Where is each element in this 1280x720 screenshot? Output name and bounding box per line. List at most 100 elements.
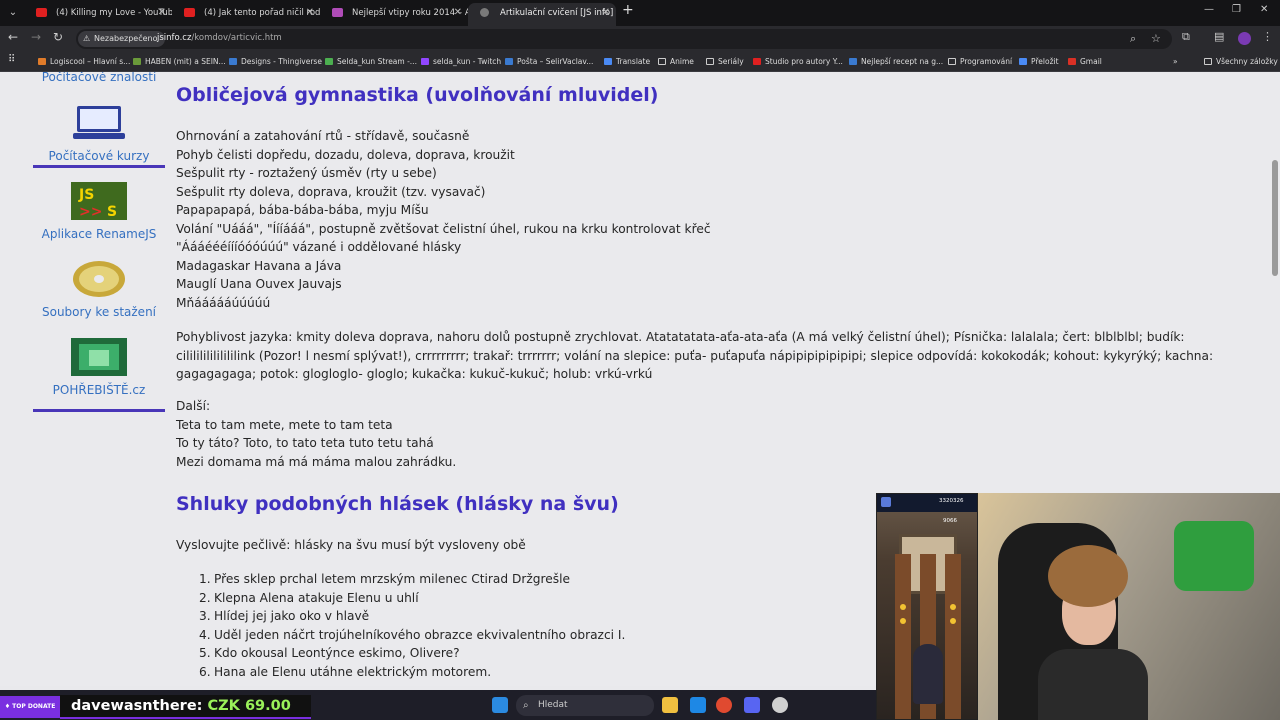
- bookmark-label: HABEN (mit) a SEIN...: [145, 57, 226, 66]
- maximize-button[interactable]: ❐: [1232, 4, 1241, 15]
- bookmark-posta[interactable]: Pošta – SelirVaclav...: [505, 57, 593, 66]
- reload-button[interactable]: ↻: [53, 30, 63, 44]
- bookmark-selda-stream[interactable]: Selda_kun Stream -...: [325, 57, 417, 66]
- bookmark-thingiverse[interactable]: Designs - Thingiverse: [229, 57, 322, 66]
- sidebar-item-soubory[interactable]: Soubory ke stažení: [33, 260, 165, 319]
- sidebar-item-renamejs[interactable]: JS >> S Aplikace RenameJS: [33, 182, 165, 241]
- bookmark-label: Translate: [616, 57, 651, 66]
- forward-button[interactable]: →: [31, 30, 41, 44]
- bookmark-label: Anime: [670, 57, 694, 66]
- settings-icon[interactable]: [772, 697, 788, 713]
- bookmarks-overflow-chevron[interactable]: »: [1173, 57, 1178, 66]
- sidebar-item-pohrebiste[interactable]: POHŘEBIŠTĚ.cz: [33, 338, 165, 412]
- list-item: 5. Kdo okousal Leontýnce eskimo, Olivere?: [199, 646, 460, 660]
- tongue-mobility-paragraph: Pohyblivost jazyka: kmity doleva doprava…: [176, 330, 1214, 381]
- bookmark-folder-anime[interactable]: Anime: [658, 57, 694, 66]
- game-overlay: 3320326 9066: [876, 493, 978, 720]
- tongue-twister-line: Mezi domama má má máma malou zahrádku.: [176, 454, 457, 469]
- bookmarks-bar: ⠿ Logiscool – Hlavní s... HABEN (mit) a …: [0, 52, 1280, 72]
- tongue-twister-line: To ty táto? Toto, to tato teta tuto tetu…: [176, 436, 434, 450]
- twitch-icon: [421, 58, 429, 65]
- new-tab-button[interactable]: +: [622, 2, 634, 18]
- extensions-icon[interactable]: ⧉: [1182, 30, 1190, 44]
- bookmark-logiscool[interactable]: Logiscool – Hlavní s...: [38, 57, 130, 66]
- renamejs-logo: JS >> S: [71, 182, 127, 220]
- bookmark-selda-twitch[interactable]: selda_kun - Twitch: [421, 57, 501, 66]
- security-chip[interactable]: ⚠ Nezabezpečeno: [78, 31, 165, 47]
- scrollbar-thumb[interactable]: [1272, 160, 1278, 276]
- close-icon[interactable]: ✕: [158, 3, 166, 23]
- sidebar-link-pocitacove-znalosti[interactable]: Počítačové znalosti: [33, 72, 165, 84]
- close-window-button[interactable]: ✕: [1260, 4, 1268, 15]
- zoom-icon[interactable]: ⌕: [1130, 32, 1136, 46]
- coin-icon: [950, 618, 956, 624]
- coin-icon: [900, 618, 906, 624]
- folder-icon: [1204, 58, 1212, 65]
- svg-text:S: S: [107, 204, 117, 220]
- sidebar-item-pocitacove-kurzy[interactable]: Počítačové kurzy: [33, 104, 165, 168]
- steam-icon[interactable]: [690, 697, 706, 713]
- list-item-text: Hlídej jej jako oko v hlavě: [214, 609, 370, 623]
- folder-icon: [658, 58, 666, 65]
- menu-icon[interactable]: ⋮: [1262, 30, 1273, 43]
- bookmark-translate[interactable]: Translate: [604, 57, 650, 66]
- exercise-line: Pohyb čelisti dopředu, dozadu, doleva, d…: [176, 147, 515, 162]
- bookmark-label: Logiscool – Hlavní s...: [50, 57, 131, 66]
- bookmark-prelozit[interactable]: Přeložit: [1019, 57, 1059, 66]
- sidebar-divider: [33, 409, 165, 412]
- cemetery-icon: [71, 338, 127, 376]
- tab-artikulacni-cviceni[interactable]: Artikulační cvičení [JS info] ✕: [468, 3, 616, 26]
- bookmark-label: Pošta – SelirVaclav...: [517, 57, 594, 66]
- back-button[interactable]: ←: [8, 30, 18, 44]
- bookmark-gmail[interactable]: Gmail: [1068, 57, 1102, 66]
- top-donate-text: davewasnthere: CZK 69.00: [71, 698, 291, 714]
- tab-vtipy[interactable]: Nejlepší vtipy roku 2014 – Alik ✕: [320, 3, 468, 26]
- browser-tabstrip: ⌄ (4) Killing my Love - YouTube ✕ (4) Ja…: [0, 0, 1280, 26]
- webcam-overlay: [978, 493, 1280, 720]
- tab-search-button[interactable]: ⌄: [4, 4, 22, 22]
- game-coins: 9066: [943, 518, 957, 524]
- bookmark-folder-serialy[interactable]: Seriály: [706, 57, 744, 66]
- close-icon[interactable]: ✕: [602, 3, 610, 23]
- youtube-studio-icon: [753, 58, 761, 65]
- discord-icon[interactable]: [744, 697, 760, 713]
- exercise-line: "Áááéééíííóóóúúú" vázané i oddělované hl…: [176, 240, 462, 254]
- bookmark-label: Všechny záložky: [1216, 57, 1278, 66]
- url-host: jsinfo.cz: [157, 33, 192, 43]
- minimize-button[interactable]: —: [1204, 4, 1214, 15]
- laptop-icon: [73, 106, 125, 139]
- apps-icon[interactable]: ⠿: [8, 54, 15, 65]
- chrome-icon[interactable]: [716, 697, 732, 713]
- taskbar-search[interactable]: ⌕ Hledat: [516, 695, 654, 716]
- close-icon[interactable]: ✕: [306, 3, 314, 23]
- youtube-icon: [184, 8, 195, 17]
- bookmark-label: Nejlepší recept na g...: [861, 57, 944, 66]
- bookmark-folder-programovani[interactable]: Programování: [948, 57, 1012, 66]
- close-icon[interactable]: ✕: [454, 3, 462, 23]
- profile-avatar[interactable]: [1238, 32, 1251, 45]
- bookmark-star-icon[interactable]: ☆: [1151, 32, 1161, 45]
- url-path: /komdov/articvic.htm: [191, 33, 282, 43]
- file-explorer-icon[interactable]: [662, 697, 678, 713]
- disc-icon: [73, 261, 125, 297]
- bookmark-label: Přeložit: [1031, 57, 1059, 66]
- logiscool-icon: [38, 58, 46, 65]
- all-bookmarks-folder[interactable]: Všechny záložky: [1204, 57, 1278, 66]
- bookmark-haben-sein[interactable]: HABEN (mit) a SEIN...: [133, 57, 226, 66]
- tab-youtube-killing-my-love[interactable]: (4) Killing my Love - YouTube ✕: [24, 3, 172, 26]
- folder-icon: [948, 58, 956, 65]
- side-panel-icon[interactable]: ▤: [1214, 30, 1224, 43]
- bookmark-studio-autory[interactable]: Studio pro autory Y...: [753, 57, 843, 66]
- sidebar-item-label: Počítačové kurzy: [48, 149, 150, 163]
- windows-start-icon[interactable]: [492, 697, 508, 713]
- address-bar[interactable]: ⚠ Nezabezpečeno jsinfo.cz/komdov/articvi…: [76, 29, 1172, 49]
- tab-youtube-jak-tento-porad[interactable]: (4) Jak tento pořad ničil rodin ✕: [172, 3, 320, 26]
- list-item-text: Hana ale Elenu utáhne elektrickým motore…: [214, 664, 492, 679]
- coin-icon: [900, 604, 906, 610]
- sidebar-item-label: Aplikace RenameJS: [41, 227, 157, 241]
- search-icon: ⌕: [523, 700, 529, 711]
- exercise-line: Madagaskar Havana a Jáva: [176, 258, 342, 273]
- list-item: 2. Klepna Alena atakuje Elenu u uhlí: [199, 590, 419, 605]
- bookmark-recept[interactable]: Nejlepší recept na g...: [849, 57, 943, 66]
- bookmark-label: Selda_kun Stream -...: [337, 57, 417, 66]
